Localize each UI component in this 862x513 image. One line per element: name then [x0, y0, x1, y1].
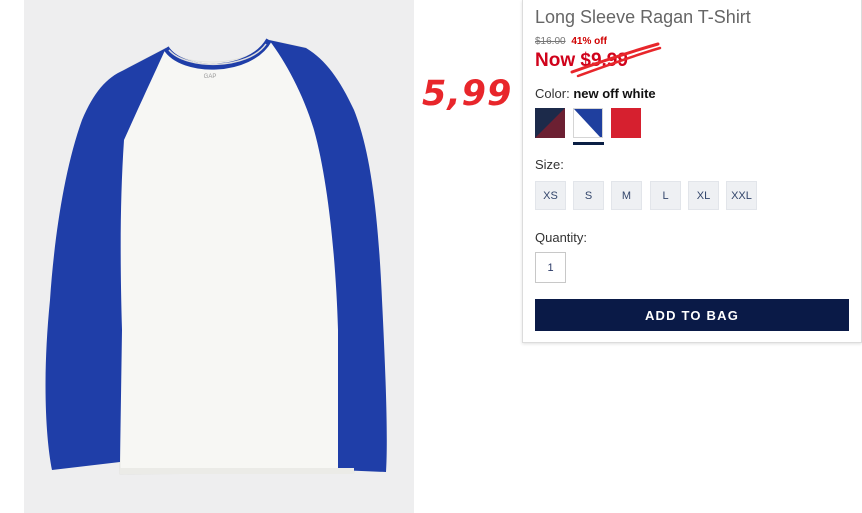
size-xxl-button[interactable]: XXL — [726, 181, 757, 210]
size-label: Size: — [535, 157, 564, 172]
selected-swatch-indicator — [573, 142, 604, 145]
size-l-button[interactable]: L — [650, 181, 681, 210]
swatch-blue-off-white[interactable] — [573, 108, 603, 138]
product-title: Long Sleeve Ragan T-Shirt — [535, 7, 751, 27]
handwritten-strike-mark — [570, 42, 662, 78]
tshirt-illustration: GAP — [45, 38, 387, 475]
color-label: Color: — [535, 86, 570, 101]
selected-color-name: new off white — [573, 86, 656, 101]
swatch-navy-burgundy-fill — [535, 108, 565, 138]
size-s-button[interactable]: S — [573, 181, 604, 210]
quantity-label: Quantity: — [535, 230, 588, 245]
swatch-red[interactable] — [611, 108, 641, 138]
handwritten-price: 5,99 — [422, 74, 513, 114]
swatch-navy-burgundy[interactable] — [535, 108, 565, 138]
quantity-input[interactable]: 1 — [535, 252, 566, 283]
add-to-bag-button[interactable]: ADD TO BAG — [535, 299, 849, 331]
size-m-button[interactable]: M — [611, 181, 642, 210]
original-price: $16.00 — [535, 36, 566, 47]
size-xs-button[interactable]: XS — [535, 181, 566, 210]
color-label-row: Color: new off white — [535, 86, 656, 101]
product-image[interactable]: GAP — [24, 0, 414, 513]
size-xl-button[interactable]: XL — [688, 181, 719, 210]
swatch-blue-off-white-fill — [574, 109, 602, 137]
neck-logo: GAP — [204, 74, 217, 80]
